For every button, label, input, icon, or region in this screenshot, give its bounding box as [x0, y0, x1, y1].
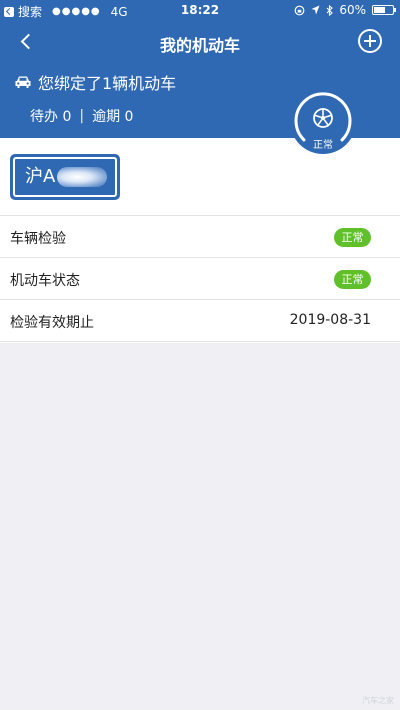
todo-count[interactable]: 待办 0	[30, 106, 71, 126]
rotation-lock-icon	[294, 5, 305, 15]
status-badge: 正常	[334, 228, 371, 247]
watermark: 汽车之家	[362, 696, 394, 705]
license-plate[interactable]: 沪A	[10, 154, 120, 200]
expiry-date: 2019-08-31	[289, 312, 371, 328]
info-row-expiry: 检验有效期止 2019-08-31	[0, 300, 400, 342]
location-icon	[311, 5, 320, 15]
status-gauge[interactable]: 正常	[290, 88, 356, 154]
plate-number: 沪A	[25, 166, 56, 187]
status-bar: 搜索 ●●●●● 4G 18:22 60%	[0, 0, 400, 20]
gauge-label: 正常	[313, 140, 333, 151]
overdue-count[interactable]: 逾期 0	[92, 106, 133, 126]
battery-fill	[374, 7, 385, 13]
info-row-inspection[interactable]: 车辆检验 正常	[0, 216, 400, 258]
plate-redaction	[57, 167, 107, 187]
page-title: 我的机动车	[159, 36, 240, 55]
vehicle-status-label: 机动车状态	[10, 273, 80, 289]
vehicle-card: 沪A 车辆检验 正常 机动车状态 正常 检验有效期止 2019-08-31	[0, 138, 400, 343]
info-row-vehicle-status[interactable]: 机动车状态 正常	[0, 258, 400, 300]
battery-icon	[372, 5, 396, 15]
inspection-label: 车辆检验	[10, 231, 66, 247]
bluetooth-icon	[326, 4, 334, 16]
status-badge: 正常	[334, 270, 371, 289]
divider: |	[79, 108, 85, 124]
add-vehicle-button[interactable]	[358, 29, 382, 53]
todo-summary: 待办 0 | 逾期 0	[30, 106, 133, 126]
bind-text: 您绑定了1辆机动车	[38, 74, 177, 93]
car-icon	[15, 76, 31, 88]
battery-percent: 60%	[339, 3, 366, 17]
bind-summary: 您绑定了1辆机动车	[14, 70, 176, 94]
expiry-label: 检验有效期止	[10, 315, 94, 331]
